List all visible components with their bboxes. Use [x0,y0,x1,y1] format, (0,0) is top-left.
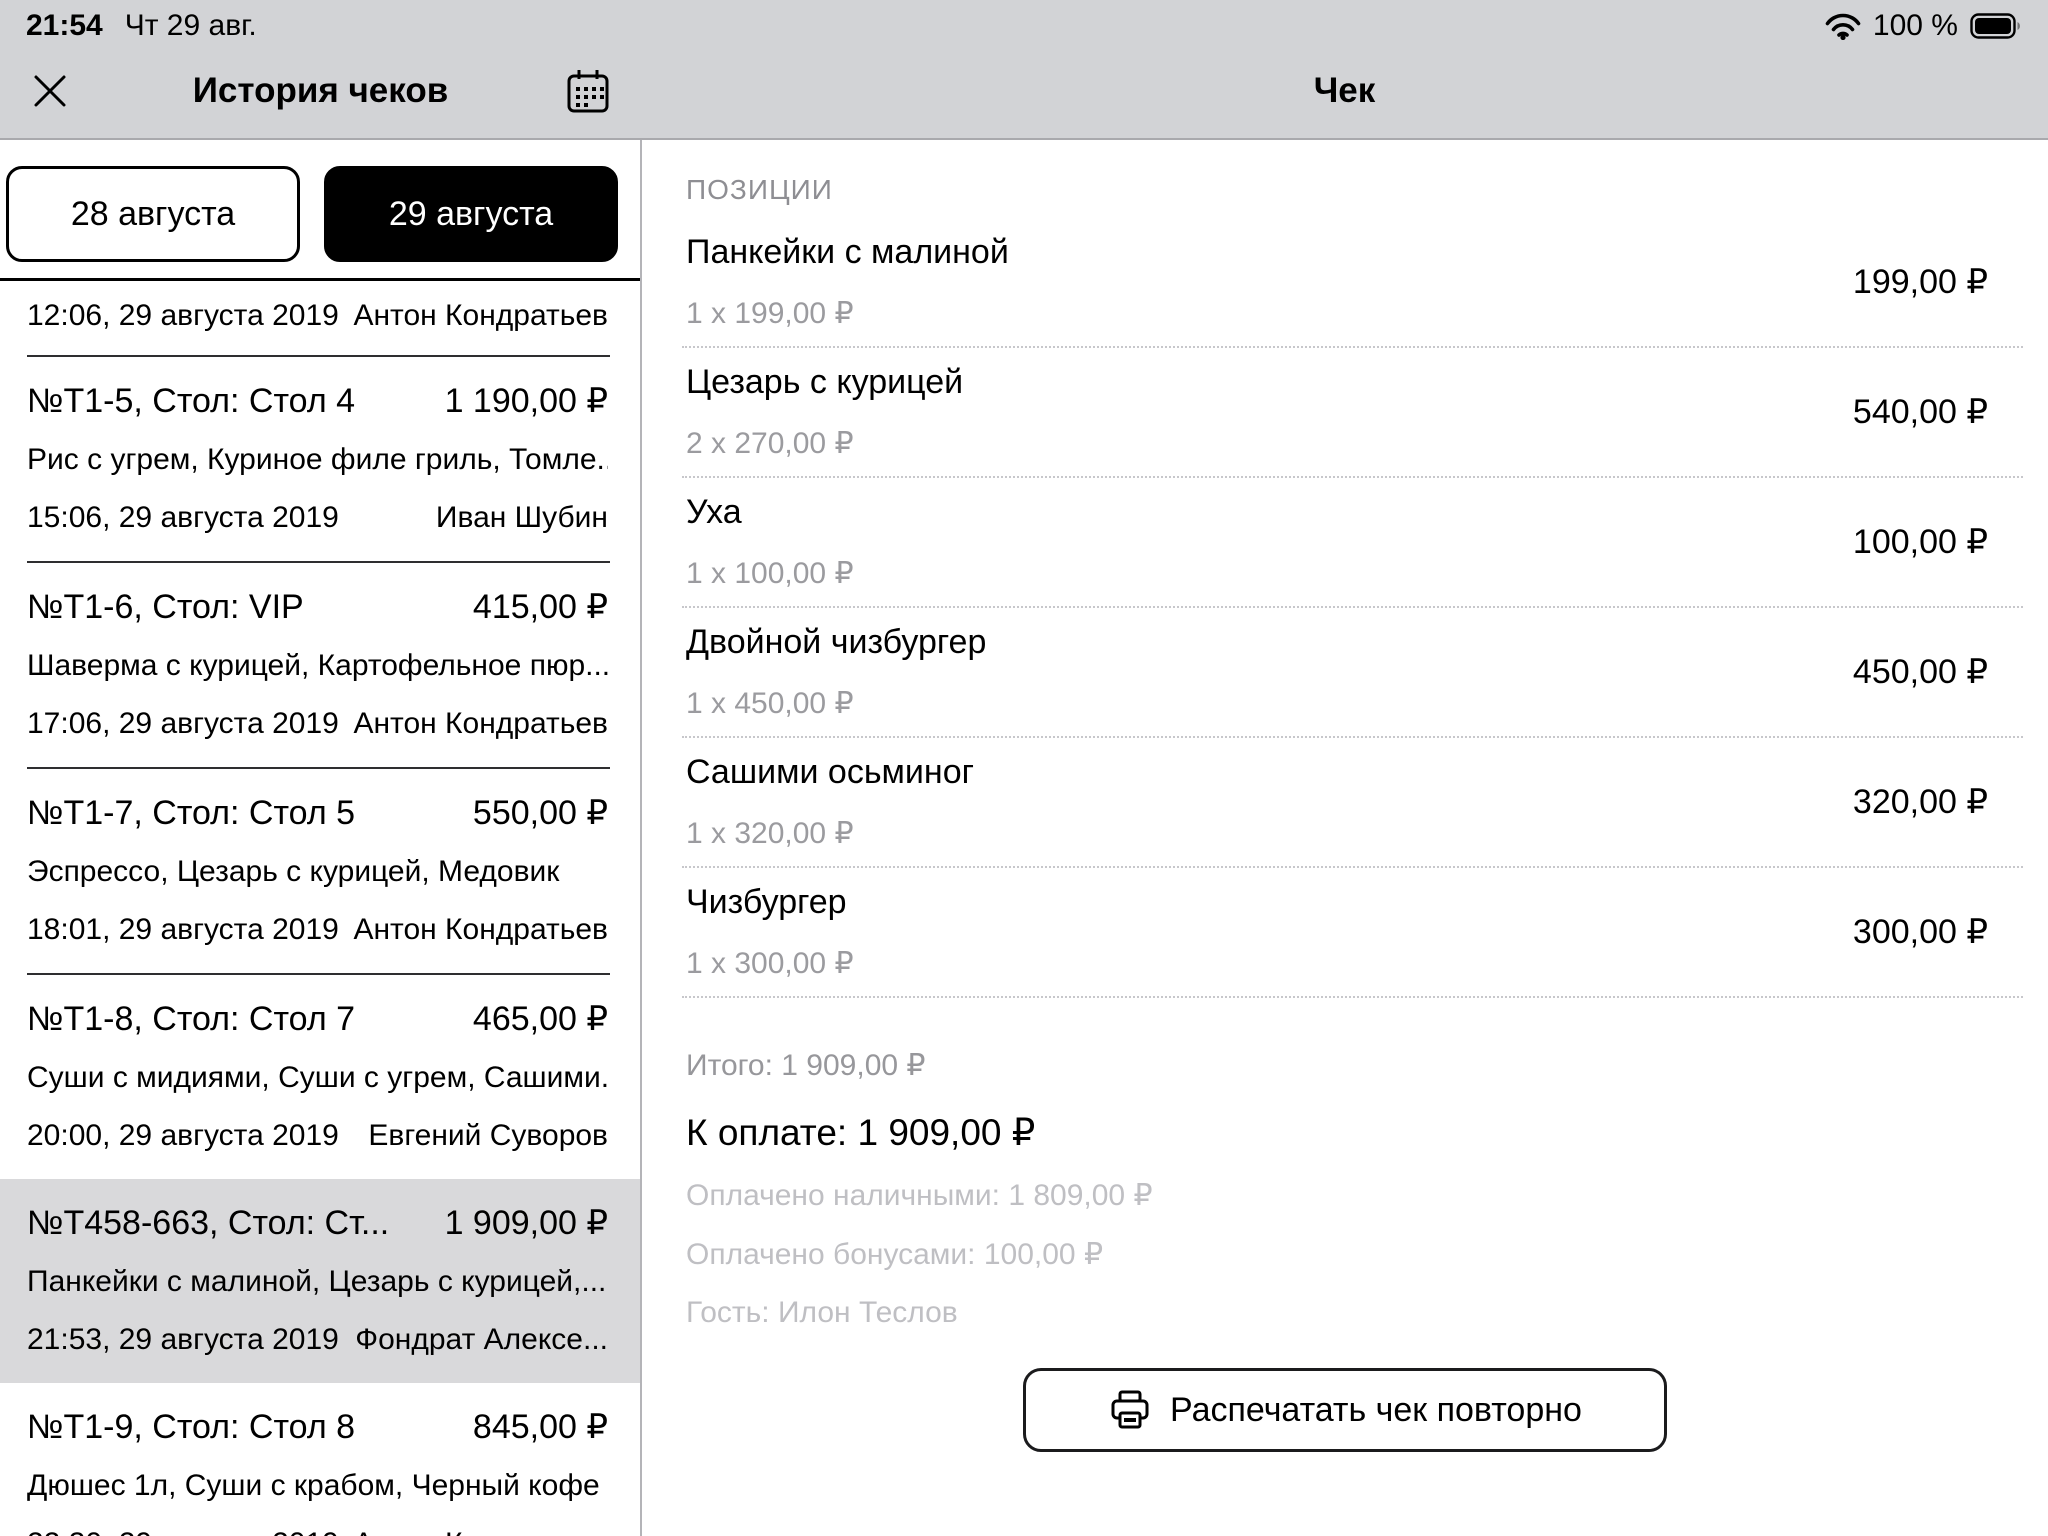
position-row: Сашими осьминог 1 x 320,00 ₽ 320,00 ₽ [682,738,2023,868]
page-title: История чеков [193,71,448,111]
app-screen: 21:54 Чт 29 авг. 100 % [0,0,2048,1536]
receipt-datetime: 17:06, 29 августа 2019 [27,707,339,741]
paid-cash-line: Оплачено наличными: 1 809,00 ₽ [686,1178,1988,1213]
position-row: Цезарь с курицей 2 x 270,00 ₽ 540,00 ₽ [682,348,2023,478]
receipt-items-preview: Рис с угрем, Куриное филе гриль, Томле..… [27,443,608,477]
receipt-list[interactable]: 12:06, 29 августа 2019 Антон Кондратьев … [0,281,640,1536]
receipt-datetime: 21:53, 29 августа 2019 [27,1323,339,1357]
receipt-waiter: Антон Кондратьев [353,299,608,333]
receipt-total: 1 190,00 ₽ [445,381,608,421]
receipt-waiter: Фондрат Алексе... [355,1323,608,1357]
position-name: Чизбургер [686,883,854,922]
wifi-icon [1825,12,1861,40]
position-price: 100,00 ₽ [1853,522,1988,562]
receipt-row-partial[interactable]: 12:06, 29 августа 2019 Антон Кондратьев [0,281,640,355]
receipt-waiter: Антон Кондратьев [353,1527,608,1536]
receipt-list-item[interactable]: №Т1-7, Стол: Стол 5 550,00 ₽ Эспрессо, Ц… [0,769,640,973]
printer-icon [1108,1388,1152,1432]
receipt-title: №Т1-8, Стол: Стол 7 [27,1000,355,1039]
receipt-title: №Т1-7, Стол: Стол 5 [27,794,355,833]
receipt-datetime: 15:06, 29 августа 2019 [27,501,339,535]
receipt-items-preview: Эспрессо, Цезарь с курицей, Медовик [27,855,608,889]
receipt-waiter: Евгений Суворов [368,1119,608,1153]
to-pay-line: К оплате: 1 909,00 ₽ [686,1111,1988,1154]
status-bar: 21:54 Чт 29 авг. 100 % [0,0,2048,44]
receipt-total: 415,00 ₽ [473,587,608,627]
receipt-title: №Т1-9, Стол: Стол 8 [27,1408,355,1447]
calendar-button[interactable] [565,67,611,115]
position-qty: 1 x 320,00 ₽ [686,816,974,851]
status-date: Чт 29 авг. [125,9,257,43]
receipt-list-item[interactable]: №Т1-8, Стол: Стол 7 465,00 ₽ Суши с миди… [0,975,640,1179]
receipt-items-preview: Суши с мидиями, Суши с угрем, Сашими... [27,1061,608,1095]
receipt-title: №Т1-6, Стол: VIP [27,588,304,627]
close-icon [32,73,68,109]
position-qty: 1 x 100,00 ₽ [686,556,854,591]
receipt-waiter: Антон Кондратьев [353,707,608,741]
print-receipt-button[interactable]: Распечатать чек повторно [1023,1368,1667,1452]
receipt-total: 465,00 ₽ [473,999,608,1039]
receipt-panel-title: Чек [1314,71,1376,111]
receipt-total: 1 909,00 ₽ [445,1203,608,1243]
position-row: Двойной чизбургер 1 x 450,00 ₽ 450,00 ₽ [682,608,2023,738]
receipt-datetime: 18:01, 29 августа 2019 [27,913,339,947]
receipt-items-preview: Шаверма с курицей, Картофельное пюр... [27,649,608,683]
receipt-detail-panel: ПОЗИЦИИ Панкейки с малиной 1 x 199,00 ₽ … [642,140,2048,1536]
guest-line: Гость: Илон Теслов [686,1296,1988,1330]
receipt-history-panel[interactable]: 28 августа 29 августа 12:06, 29 августа … [0,140,640,1536]
right-header: Чек [641,44,2048,138]
totals-block: Итого: 1 909,00 ₽ К оплате: 1 909,00 ₽ О… [686,1048,1988,1330]
battery-percent: 100 % [1873,9,1958,43]
receipt-items-preview: Дюшес 1л, Суши с крабом, Черный кофе [27,1469,608,1503]
position-qty: 1 x 300,00 ₽ [686,946,854,981]
date-filter-28[interactable]: 28 августа [6,166,300,262]
position-price: 540,00 ₽ [1853,392,1988,432]
receipt-datetime: 20:00, 29 августа 2019 [27,1119,339,1153]
position-price: 320,00 ₽ [1853,782,1988,822]
receipt-total: 845,00 ₽ [473,1407,608,1447]
receipt-total: 550,00 ₽ [473,793,608,833]
position-price: 199,00 ₽ [1853,262,1988,302]
position-name: Уха [686,493,854,532]
subtotal-line: Итого: 1 909,00 ₽ [686,1048,1988,1083]
position-name: Двойной чизбургер [686,623,986,662]
date-filter-29[interactable]: 29 августа [324,166,618,262]
position-name: Сашими осьминог [686,753,974,792]
close-button[interactable] [32,73,68,109]
paid-bonus-line: Оплачено бонусами: 100,00 ₽ [686,1237,1988,1272]
receipt-list-item[interactable]: №Т1-9, Стол: Стол 8 845,00 ₽ Дюшес 1л, С… [0,1383,640,1536]
receipt-title: №Т1-5, Стол: Стол 4 [27,382,355,421]
receipt-list-item[interactable]: №Т1-6, Стол: VIP 415,00 ₽ Шаверма с кури… [0,563,640,767]
battery-icon [1970,13,2022,39]
position-price: 450,00 ₽ [1853,652,1988,692]
position-row: Панкейки с малиной 1 x 199,00 ₽ 199,00 ₽ [682,218,2023,348]
left-header: История чеков [0,44,641,138]
position-name: Панкейки с малиной [686,233,1009,272]
position-qty: 1 x 199,00 ₽ [686,296,1009,331]
position-qty: 1 x 450,00 ₽ [686,686,986,721]
top-bar: 21:54 Чт 29 авг. 100 % [0,0,2048,140]
date-filter-group: 28 августа 29 августа [0,140,640,278]
receipt-datetime: 22:30, 29 августа 2019 [27,1527,339,1536]
position-qty: 2 x 270,00 ₽ [686,426,963,461]
receipt-list-item[interactable]: №Т458-663, Стол: Ст... 1 909,00 ₽ Панкей… [0,1179,640,1383]
status-time: 21:54 [26,9,103,43]
receipt-items-preview: Панкейки с малиной, Цезарь с курицей,... [27,1265,608,1299]
receipt-datetime: 12:06, 29 августа 2019 [27,299,339,333]
position-name: Цезарь с курицей [686,363,963,402]
receipt-list-item[interactable]: №Т1-5, Стол: Стол 4 1 190,00 ₽ Рис с угр… [0,357,640,561]
calendar-icon [565,67,611,115]
receipt-title: №Т458-663, Стол: Ст... [27,1204,389,1243]
receipt-waiter: Иван Шубин [436,501,608,535]
position-list: Панкейки с малиной 1 x 199,00 ₽ 199,00 ₽… [642,218,2048,998]
positions-section-label: ПОЗИЦИИ [686,174,2048,206]
print-button-label: Распечатать чек повторно [1170,1391,1582,1430]
position-price: 300,00 ₽ [1853,912,1988,952]
receipt-waiter: Антон Кондратьев [353,913,608,947]
position-row: Уха 1 x 100,00 ₽ 100,00 ₽ [682,478,2023,608]
position-row: Чизбургер 1 x 300,00 ₽ 300,00 ₽ [682,868,2023,998]
